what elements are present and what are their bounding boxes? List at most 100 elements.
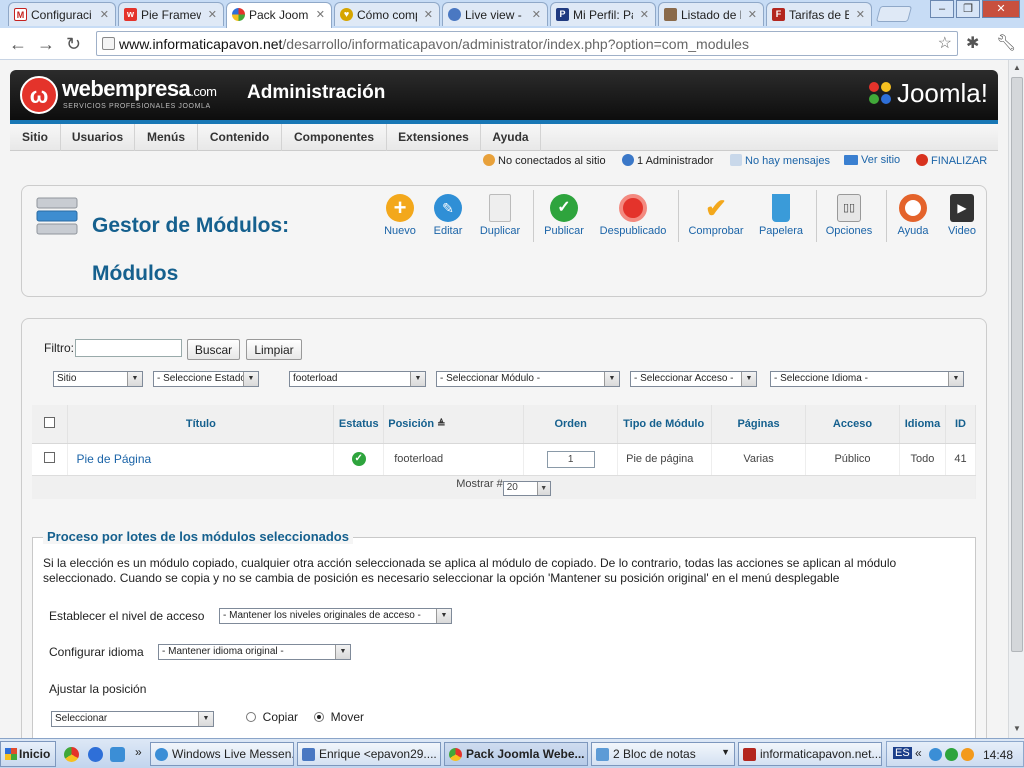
check-circle-icon: ✓ — [550, 194, 578, 222]
close-icon[interactable]: ✕ — [208, 8, 217, 21]
close-icon[interactable]: ✕ — [316, 8, 325, 21]
position-select[interactable]: footerload ▼ — [289, 371, 426, 387]
outlook-icon[interactable] — [110, 747, 125, 762]
batch-access-select[interactable]: - Mantener los niveles originales de acc… — [219, 608, 452, 624]
help-button[interactable]: Ayuda — [894, 194, 932, 237]
menu-sitio[interactable]: Sitio — [10, 124, 61, 151]
language-indicator[interactable]: ES — [893, 747, 912, 759]
minimize-button[interactable]: – — [930, 0, 954, 18]
close-icon[interactable]: ✕ — [532, 8, 541, 21]
list-limit-select[interactable]: 20 ▼ — [502, 481, 551, 497]
col-id[interactable]: ID — [945, 405, 977, 444]
task-mail[interactable]: Enrique <epavon29.... — [297, 742, 441, 766]
messenger-status-icon[interactable] — [945, 748, 958, 761]
update-icon[interactable] — [961, 748, 974, 761]
extension-bug-icon[interactable]: ✱ — [966, 34, 979, 54]
options-button[interactable]: ▯▯ Opciones — [822, 194, 876, 237]
module-title-link[interactable]: Pie de Página — [67, 443, 335, 476]
chrome-icon[interactable] — [64, 747, 79, 762]
tab-como-comprar[interactable]: ♥ Cómo compr ✕ — [334, 2, 440, 26]
menu-extensiones[interactable]: Extensiones — [387, 124, 481, 151]
copy-radio-option[interactable]: Copiar — [246, 710, 298, 724]
row-checkbox[interactable] — [44, 452, 56, 463]
scrollbar-thumb[interactable] — [1011, 77, 1023, 652]
col-title[interactable]: Título — [67, 405, 335, 444]
tab-live-view[interactable]: Live view - ✕ — [442, 2, 548, 26]
move-radio[interactable] — [314, 712, 324, 722]
publish-button[interactable]: ✓ Publicar — [540, 194, 588, 237]
network-icon[interactable] — [929, 748, 942, 761]
col-language[interactable]: Idioma — [899, 405, 946, 444]
batch-position-select[interactable]: Seleccionar ▼ — [51, 711, 214, 727]
tab-pie-framework[interactable]: w Pie Framewo ✕ — [118, 2, 224, 26]
select-all-checkbox[interactable] — [44, 416, 56, 428]
language-select[interactable]: - Seleccione Idioma - ▼ — [770, 371, 964, 387]
close-icon[interactable]: ✕ — [856, 8, 865, 21]
checkin-button[interactable]: ✔ Comprobar — [686, 194, 746, 237]
tab-pack-joomla[interactable]: Pack Joomla ✕ — [226, 2, 332, 28]
ie-icon[interactable] — [88, 747, 103, 762]
task-messenger[interactable]: Windows Live Messen... — [150, 742, 294, 766]
address-bar[interactable]: www.informaticapavon.net/desarrollo/info… — [96, 31, 958, 56]
col-access[interactable]: Acceso — [805, 405, 900, 444]
access-select[interactable]: - Seleccionar Acceso - ▼ — [630, 371, 757, 387]
restore-button[interactable]: ❐ — [956, 0, 980, 18]
tab-tarifas[interactable]: F Tarifas de E ✕ — [766, 2, 872, 26]
task-notepad[interactable]: 2 Bloc de notas ▼ — [591, 742, 735, 766]
task-chrome[interactable]: Pack Joomla Webe... — [444, 742, 588, 766]
new-button[interactable]: + Nuevo — [380, 194, 420, 237]
tab-gmail[interactable]: M Configuració ✕ — [8, 2, 116, 26]
close-icon[interactable]: ✕ — [748, 8, 757, 21]
site-select[interactable]: Sitio ▼ — [53, 371, 143, 387]
published-icon[interactable]: ✓ — [351, 452, 366, 466]
back-icon[interactable]: ← — [9, 34, 27, 54]
duplicate-button[interactable]: Duplicar — [477, 194, 523, 237]
batch-language-select[interactable]: - Mantener idioma original - ▼ — [158, 644, 351, 660]
wrench-icon[interactable]: 🔧︎ — [996, 34, 1016, 54]
menu-contenido[interactable]: Contenido — [198, 124, 282, 151]
col-module-type[interactable]: Tipo de Módulo — [617, 405, 713, 444]
tray-expand[interactable]: « — [915, 746, 922, 760]
order-input[interactable]: 1 — [546, 450, 595, 468]
menu-menus[interactable]: Menús — [135, 124, 198, 151]
close-icon[interactable]: ✕ — [640, 8, 649, 21]
page-scrollbar[interactable]: ▲ ▼ — [1008, 60, 1024, 738]
reload-icon[interactable]: ↻ — [66, 34, 81, 54]
forward-icon[interactable]: → — [37, 34, 55, 54]
close-icon[interactable]: ✕ — [100, 8, 109, 21]
menu-ayuda[interactable]: Ayuda — [481, 124, 541, 151]
clear-button[interactable]: Limpiar — [246, 339, 302, 360]
start-button[interactable]: Inicio — [0, 741, 56, 767]
unpublish-button[interactable]: Despublicado — [596, 194, 670, 237]
move-radio-option[interactable]: Mover — [314, 710, 364, 724]
scroll-up-icon[interactable]: ▲ — [1011, 61, 1023, 75]
task-filezilla[interactable]: informaticapavon.net... — [738, 742, 882, 766]
logout-link[interactable]: FINALIZAR — [916, 154, 987, 167]
col-status[interactable]: Estatus — [333, 405, 385, 444]
close-icon[interactable]: ✕ — [424, 8, 433, 21]
joomla-icon — [868, 82, 891, 104]
video-button[interactable]: ▶ Video — [940, 194, 984, 237]
tab-listado[interactable]: Listado de b ✕ — [658, 2, 764, 26]
search-button[interactable]: Buscar — [187, 339, 240, 360]
col-order[interactable]: Orden — [523, 405, 619, 444]
copy-radio[interactable] — [246, 712, 256, 722]
module-select[interactable]: - Seleccionar Módulo - ▼ — [436, 371, 620, 387]
edit-button[interactable]: ✎ Editar — [428, 194, 468, 237]
quick-launch-more[interactable]: » — [135, 745, 142, 759]
col-position[interactable]: Posición ≜ — [383, 405, 525, 444]
status-messages[interactable]: No hay mensajes — [730, 154, 830, 167]
tab-mi-perfil[interactable]: P Mi Perfil: Pa ✕ — [550, 2, 656, 26]
menu-usuarios[interactable]: Usuarios — [61, 124, 135, 151]
admin-title: Administración — [247, 82, 386, 103]
close-window-button[interactable]: ✕ — [982, 0, 1020, 18]
trash-button[interactable]: Papelera — [756, 194, 806, 237]
view-site-link[interactable]: Ver sitio — [844, 154, 900, 166]
col-pages[interactable]: Páginas — [711, 405, 807, 444]
new-tab-button[interactable] — [875, 6, 913, 22]
bookmark-star-icon[interactable]: ☆ — [938, 33, 952, 53]
state-select[interactable]: - Seleccione Estado - ▼ — [153, 371, 259, 387]
menu-componentes[interactable]: Componentes — [282, 124, 387, 151]
filter-input[interactable] — [75, 339, 182, 357]
scroll-down-icon[interactable]: ▼ — [1011, 722, 1023, 736]
